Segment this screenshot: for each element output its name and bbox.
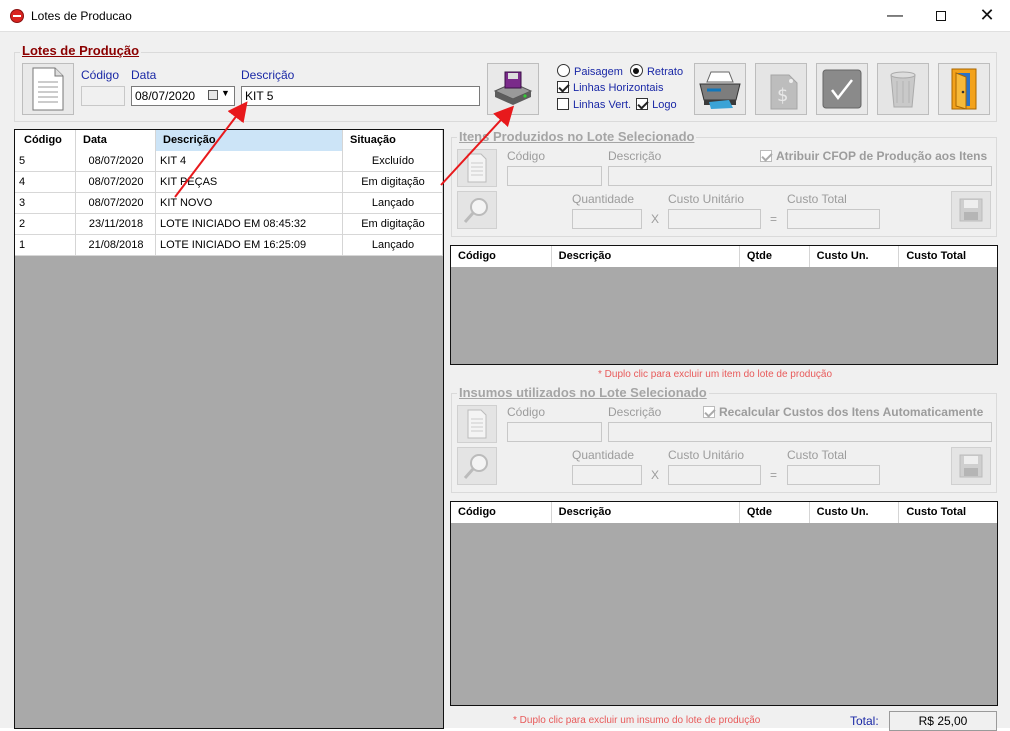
minimize-button[interactable]: — [872,0,918,31]
arrow-to-save [440,105,515,186]
arrow-to-descricao [174,101,248,198]
main-window: Lotes de Produção Código Data 08/07/2020… [0,31,1010,731]
maximize-button[interactable] [918,0,964,31]
close-button[interactable]: ✕ [964,0,1010,31]
app-icon [10,9,24,23]
annotation-arrows [174,101,515,198]
title-bar: Lotes de Producao — ✕ [0,0,1010,31]
window-title: Lotes de Producao [31,9,132,23]
